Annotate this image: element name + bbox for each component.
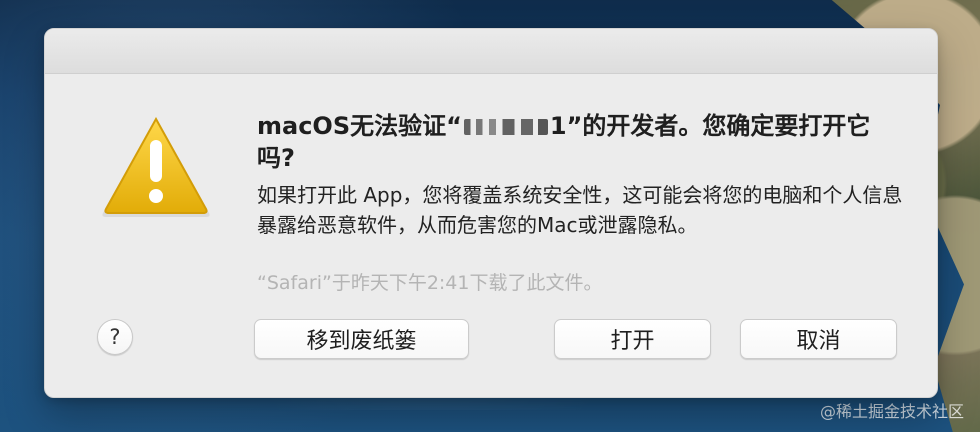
redacted-app-name	[463, 119, 548, 135]
download-note: “Safari”于昨天下午2:41下载了此文件。	[257, 272, 603, 294]
warning-icon	[97, 116, 215, 221]
warning-icon-svg	[102, 116, 210, 217]
cancel-button[interactable]: 取消	[740, 319, 897, 359]
dialog-title-prefix: macOS无法验证“	[257, 112, 462, 140]
dialog-body-text: 如果打开此 App，您将覆盖系统安全性，这可能会将您的电脑和个人信息暴露给恶意软…	[257, 183, 903, 237]
move-to-trash-button[interactable]: 移到废纸篓	[254, 319, 469, 359]
security-warning-dialog: macOS无法验证“ 1”的开发者。您确定要打开它吗? 如果打开此 App，您将覆…	[44, 28, 938, 398]
dialog-title: macOS无法验证“ 1”的开发者。您确定要打开它吗?	[257, 110, 897, 174]
help-button[interactable]: ?	[97, 319, 133, 355]
dialog-title-name-suffix: 1	[549, 112, 567, 140]
open-button[interactable]: 打开	[554, 319, 711, 359]
watermark-text: @稀土掘金技术社区	[819, 402, 964, 421]
dialog-titlebar	[45, 29, 937, 74]
